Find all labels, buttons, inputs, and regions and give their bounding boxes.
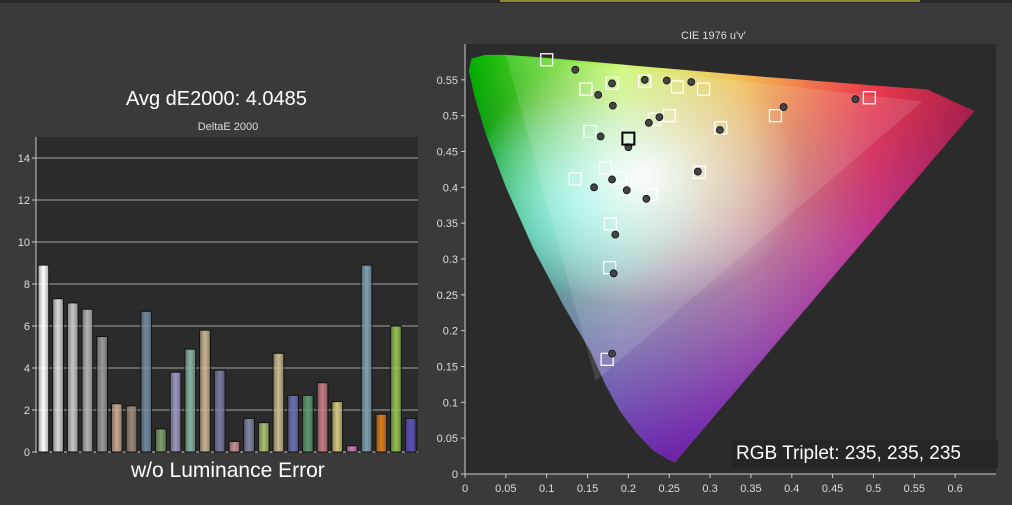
cie-measured-point: [687, 78, 696, 86]
bar: [375, 413, 388, 453]
bar: [243, 417, 255, 453]
bar: [346, 445, 358, 453]
bar-y-tick-label: 6: [24, 321, 30, 333]
bar: [199, 329, 211, 453]
cie-measured-point: [662, 76, 671, 85]
cie-y-tick-label: 0.45: [437, 147, 458, 159]
bar: [301, 394, 314, 453]
cie-y-tick-label: 0.55: [437, 75, 458, 87]
bar: [390, 325, 402, 453]
bar: [169, 371, 182, 453]
cie-x-tick-label: 0.1: [539, 483, 554, 495]
bar: [184, 348, 197, 453]
cie-chart: 0 0.05 0.1 0.15 0.2 0.25 0.3 0.35 0.4 0.45 0.5 0.55…: [437, 44, 996, 495]
cie-x-tick-label: 0.45: [822, 483, 843, 495]
cie-measured-point: [608, 101, 617, 110]
cie-y-tick-label: 0: [452, 469, 458, 481]
rgb-triplet-readout: RGB Triplet: 235, 235, 235: [732, 440, 998, 468]
bar-y-tick-label: 0: [24, 447, 30, 459]
bar: [272, 352, 285, 453]
bar-y-tick-label: 8: [24, 279, 30, 291]
bar: [331, 401, 344, 453]
cie-measured-point: [622, 186, 631, 195]
cie-measured-point: [596, 132, 605, 141]
bar: [81, 308, 94, 453]
bar: [66, 302, 79, 453]
cie-measured-point: [644, 118, 653, 127]
cie-y-tick-label: 0.15: [437, 362, 458, 374]
bar: [316, 382, 329, 453]
bar: [257, 422, 270, 453]
cie-y-tick-label: 0.25: [437, 290, 458, 302]
cie-measured-point: [594, 90, 603, 99]
bar-y-tick-label: 14: [18, 153, 30, 165]
cie-x-tick-label: 0: [462, 483, 468, 495]
bar-y-tick-label: 4: [24, 363, 30, 375]
cie-y-tick-label: 0.3: [443, 254, 458, 266]
cie-measured-point: [609, 269, 618, 278]
cie-measured-point: [608, 175, 616, 184]
bar: [140, 310, 153, 453]
cie-y-tick-label: 0.05: [437, 433, 458, 445]
bar: [287, 394, 299, 453]
bar: [213, 369, 226, 453]
cie-x-tick-label: 0.5: [866, 483, 881, 495]
cie-x-tick-label: 0.3: [702, 483, 717, 495]
bar: [37, 264, 50, 453]
bar: [96, 336, 108, 453]
cie-x-tick-label: 0.2: [621, 483, 636, 495]
bar: [125, 405, 138, 453]
bar-y-tick-label: 2: [24, 405, 30, 417]
cie-y-tick-label: 0.35: [437, 218, 458, 230]
cie-measured-point: [611, 230, 620, 239]
bar: [52, 298, 64, 453]
cie-y-tick-label: 0.2: [443, 326, 458, 338]
cie-measured-point: [608, 79, 616, 88]
bar: [228, 441, 241, 453]
cie-measured-point: [779, 103, 788, 111]
bar: [404, 417, 417, 453]
cie-measured-point: [851, 95, 860, 104]
cie-measured-point: [655, 113, 664, 121]
cie-x-tick-label: 0.15: [577, 483, 598, 495]
cie-measured-point: [590, 183, 598, 192]
cie-measured-point: [642, 194, 651, 203]
cie-y-tick-label: 0.1: [443, 397, 458, 409]
cie-x-tick-label: 0.6: [948, 483, 963, 495]
cie-x-tick-label: 0.25: [659, 483, 680, 495]
cie-measured-point: [715, 126, 724, 134]
deltae-bar-chart: 0 2 4 6 8 10 12 14: [18, 137, 418, 459]
bar-y-tick-label: 10: [18, 237, 30, 249]
cie-y-tick-label: 0.4: [443, 182, 458, 194]
bar-y-tick-label: 12: [18, 195, 30, 207]
cie-measured-point: [693, 167, 702, 176]
cie-x-tick-label: 0.55: [904, 483, 925, 495]
cie-measured-point: [640, 75, 649, 84]
charts-canvas: 0 2 4 6 8 10 12 14 0 0.05 0.1 0.15 0.2 0.25 0.3 0.35 0.…: [18, 44, 996, 495]
bar: [360, 264, 373, 453]
cie-x-tick-label: 0.05: [495, 483, 516, 495]
bar: [110, 403, 123, 453]
cie-y-tick-label: 0.5: [443, 111, 458, 123]
cie-x-tick-label: 0.35: [740, 483, 761, 495]
bar: [155, 428, 167, 453]
cie-measured-point: [571, 65, 580, 74]
cie-measured-point: [608, 349, 616, 358]
cie-x-tick-label: 0.4: [784, 483, 799, 495]
